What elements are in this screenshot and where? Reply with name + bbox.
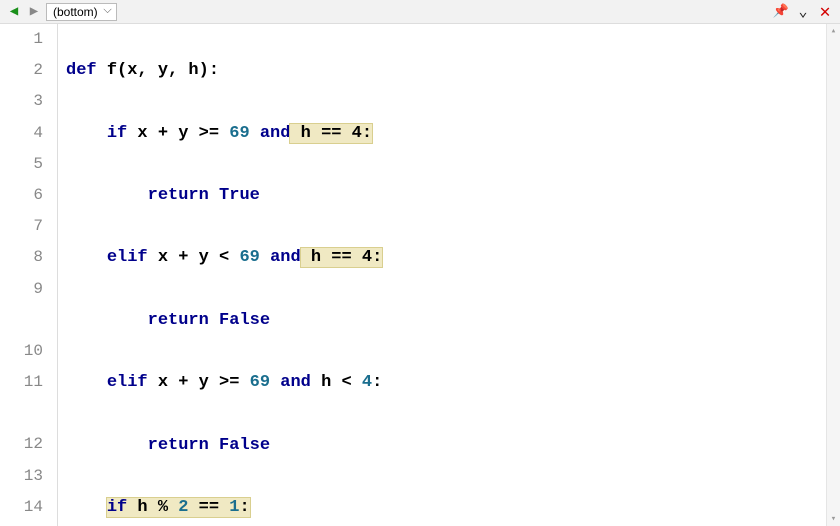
code-line: return False <box>66 430 840 461</box>
collapse-icon[interactable]: ⌄ <box>794 3 812 21</box>
code-line: elif x + y < 69 and h == 4: <box>66 242 840 273</box>
code-line: return False <box>66 305 840 336</box>
toolbar: ◀ ▶ (bottom) 📌 ⌄ ✕ <box>0 0 840 24</box>
vertical-scrollbar[interactable]: ▴ ▾ <box>826 24 840 526</box>
code-area[interactable]: def f(x, y, h): if x + y >= 69 and h == … <box>58 24 840 526</box>
code-line: if h % 2 == 1: <box>66 492 840 523</box>
code-line: elif x + y >= 69 and h < 4: <box>66 367 840 398</box>
code-line: def f(x, y, h): <box>66 55 840 86</box>
highlight: h == 4: <box>290 124 372 143</box>
code-editor[interactable]: 1 2 3 4 5 6 7 8 9 10 11 12 13 14 15 def … <box>0 24 840 526</box>
pin-icon[interactable]: 📌 <box>772 3 790 21</box>
highlight: h == 4: <box>301 248 383 267</box>
nav-forward[interactable]: ▶ <box>26 3 42 20</box>
code-line: return True <box>66 180 840 211</box>
scroll-down-icon[interactable]: ▾ <box>827 512 840 526</box>
scope-dropdown[interactable]: (bottom) <box>46 3 117 21</box>
scroll-up-icon[interactable]: ▴ <box>827 24 840 38</box>
highlight: if h % 2 == 1: <box>107 498 250 517</box>
line-gutter: 1 2 3 4 5 6 7 8 9 10 11 12 13 14 15 <box>0 24 58 526</box>
nav-back[interactable]: ◀ <box>6 3 22 20</box>
close-icon[interactable]: ✕ <box>816 3 834 21</box>
code-line: if x + y >= 69 and h == 4: <box>66 118 840 149</box>
